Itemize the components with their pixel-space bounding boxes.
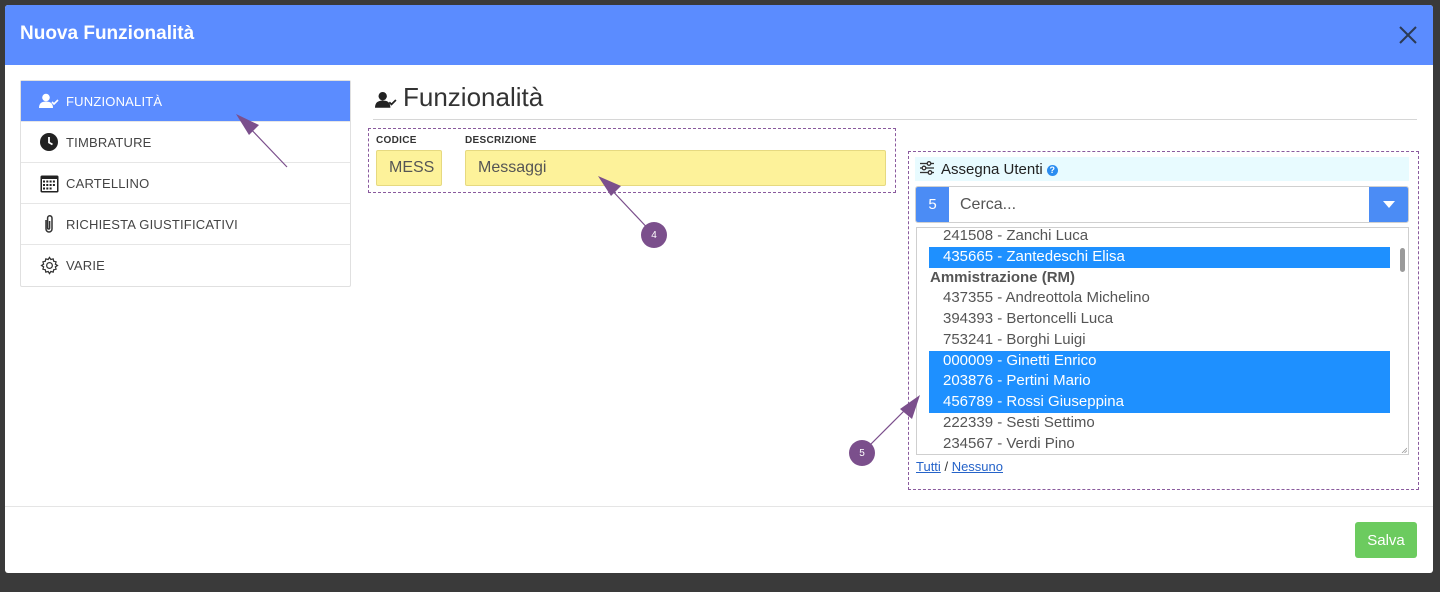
list-item[interactable]: 394393 - Bertoncelli Luca [929, 309, 1390, 330]
paperclip-icon [39, 214, 59, 234]
description-field[interactable]: Messaggi [465, 150, 886, 186]
code-label: CODICE [376, 135, 417, 146]
list-item[interactable]: 000009 - Ginetti Enrico [929, 350, 1390, 372]
list-item[interactable]: 753241 - Borghi Luigi [929, 330, 1390, 351]
user-check-icon [39, 91, 59, 111]
caret-down-icon [1382, 200, 1395, 208]
resize-handle-icon[interactable] [1401, 447, 1407, 453]
sliders-icon [919, 160, 937, 178]
sidebar-item-timbrature[interactable]: TIMBRATURE [21, 122, 350, 163]
assign-users-title: Assegna Utenti [941, 160, 1043, 178]
dropdown-toggle-button[interactable] [1369, 187, 1408, 222]
list-item[interactable]: 456789 - Rossi Giuseppina [929, 392, 1390, 413]
sidebar-item-label: VARIE [66, 258, 106, 273]
users-multiselect[interactable]: 241508 - Zanchi Luca 435665 - Zantedeschi… [916, 227, 1409, 455]
sidebar-item-funzionalita[interactable]: FUNZIONALITÀ [21, 81, 350, 122]
gear-icon [39, 256, 59, 276]
title-divider [373, 119, 1417, 120]
description-label: DESCRIZIONE [465, 135, 537, 146]
list-item[interactable]: 437355 - Andreottola Michelino [929, 288, 1390, 309]
select-links: Tutti / Nessuno [916, 459, 1003, 474]
list-item[interactable]: 203876 - Pertini Mario [929, 371, 1390, 392]
page-title: Funzionalità [375, 82, 543, 113]
users-options: 241508 - Zanchi Luca 435665 - Zantedeschi… [917, 228, 1408, 455]
select-all-link[interactable]: Tutti [916, 459, 941, 474]
modal-header: Nuova Funzionalità [5, 5, 1433, 65]
sidebar-item-varie[interactable]: VARIE [21, 245, 350, 286]
clock-icon [39, 132, 59, 152]
search-input[interactable] [949, 187, 1369, 222]
code-field[interactable]: MESS [376, 150, 442, 186]
page-title-text: Funzionalità [403, 82, 544, 112]
annotation-marker-5: 5 [849, 440, 875, 466]
scrollbar[interactable] [1400, 248, 1405, 272]
sidebar-item-label: FUNZIONALITÀ [66, 93, 163, 109]
sidebar-item-richiesta-giustificativi[interactable]: RICHIESTA GIUSTIFICATIVI [21, 204, 350, 245]
info-icon[interactable]: ? [1046, 164, 1058, 176]
annotation-marker-4: 4 [641, 222, 667, 248]
list-item[interactable]: 241508 - Zanchi Luca [929, 228, 1390, 247]
list-item[interactable]: 234567 - Verdi Pino [929, 434, 1390, 455]
assign-users-header: Assegna Utenti ? [915, 157, 1409, 181]
sidebar-nav: FUNZIONALITÀ TIMBRATURE CARTELLINO RICHI… [20, 80, 351, 287]
link-separator: / [944, 459, 949, 474]
list-item[interactable]: 222339 - Sesti Settimo [929, 413, 1390, 434]
calendar-icon [39, 173, 59, 193]
modal-title: Nuova Funzionalità [20, 23, 195, 44]
user-search-bar: 5 [915, 186, 1409, 223]
user-check-icon [375, 87, 397, 109]
footer-divider [5, 506, 1433, 507]
close-icon[interactable] [1397, 24, 1419, 46]
list-item[interactable]: 435665 - Zantedeschi Elisa [929, 246, 1390, 268]
sidebar-item-label: RICHIESTA GIUSTIFICATIVI [66, 216, 238, 232]
save-button[interactable]: Salva [1355, 522, 1417, 558]
sidebar-item-label: CARTELLINO [66, 175, 150, 191]
selected-count-badge: 5 [916, 187, 949, 222]
list-group-header: Ammistrazione (RM) [930, 268, 1076, 286]
select-none-link[interactable]: Nessuno [952, 459, 1003, 474]
sidebar-item-label: TIMBRATURE [66, 134, 152, 150]
sidebar-item-cartellino[interactable]: CARTELLINO [21, 163, 350, 204]
